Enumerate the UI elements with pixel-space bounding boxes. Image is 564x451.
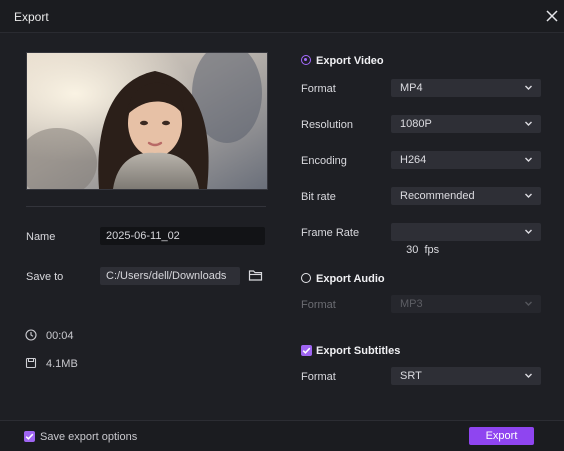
format-value: MP4 [400, 82, 423, 94]
encoding-dropdown[interactable]: H264 [391, 151, 541, 169]
format-dropdown[interactable]: MP4 [391, 79, 541, 97]
audio-format-dropdown[interactable]: MP3 [391, 295, 541, 313]
chevron-down-icon [525, 301, 532, 306]
save-to-label: Save to [26, 271, 64, 283]
audio-format-value: MP3 [400, 298, 423, 310]
resolution-dropdown[interactable]: 1080P [391, 115, 541, 133]
file-size-icon [25, 357, 37, 369]
subtitle-format-label: Format [301, 371, 336, 383]
file-size-value: 4.1MB [46, 358, 78, 370]
export-audio-label[interactable]: Export Audio [316, 273, 385, 285]
name-input[interactable]: 2025-06-11_02 [100, 227, 265, 245]
format-label: Format [301, 83, 336, 95]
title-bar [0, 0, 564, 33]
export-video-label[interactable]: Export Video [316, 55, 384, 67]
audio-format-label: Format [301, 299, 336, 311]
frame-rate-dropdown[interactable]: 30 fps [391, 223, 541, 256]
encoding-value: H264 [400, 154, 427, 166]
video-preview-thumbnail [26, 52, 268, 190]
chevron-down-icon [525, 157, 532, 162]
chevron-down-icon [525, 85, 532, 90]
encoding-label: Encoding [301, 155, 347, 167]
chevron-down-icon [525, 193, 532, 198]
dialog-title: Export [14, 10, 49, 24]
export-audio-radio[interactable] [301, 273, 311, 283]
name-label: Name [26, 231, 56, 243]
frame-rate-value: 30 fps [406, 244, 440, 256]
bit-rate-value: Recommended [400, 190, 475, 202]
frame-rate-label: Frame Rate [301, 227, 360, 239]
export-button[interactable]: Export [469, 427, 534, 445]
save-path-field[interactable]: C:/Users/dell/Downloads [100, 267, 240, 285]
save-export-options-checkbox[interactable] [24, 431, 35, 442]
folder-icon[interactable] [248, 268, 263, 282]
chevron-down-icon [525, 121, 532, 126]
export-video-radio[interactable] [301, 55, 311, 65]
chevron-down-icon [525, 229, 532, 234]
export-subtitles-checkbox[interactable] [301, 345, 312, 356]
bit-rate-dropdown[interactable]: Recommended [391, 187, 541, 205]
subtitle-format-dropdown[interactable]: SRT [391, 367, 541, 385]
resolution-value: 1080P [400, 118, 432, 130]
chevron-down-icon [525, 373, 532, 378]
divider [26, 206, 266, 207]
bit-rate-label: Bit rate [301, 191, 336, 203]
resolution-label: Resolution [301, 119, 353, 131]
export-subtitles-label[interactable]: Export Subtitles [316, 345, 400, 357]
close-icon[interactable] [543, 7, 561, 25]
subtitle-format-value: SRT [400, 370, 422, 382]
clock-icon [25, 329, 37, 341]
save-export-options-label[interactable]: Save export options [40, 431, 137, 443]
duration-value: 00:04 [46, 330, 74, 342]
